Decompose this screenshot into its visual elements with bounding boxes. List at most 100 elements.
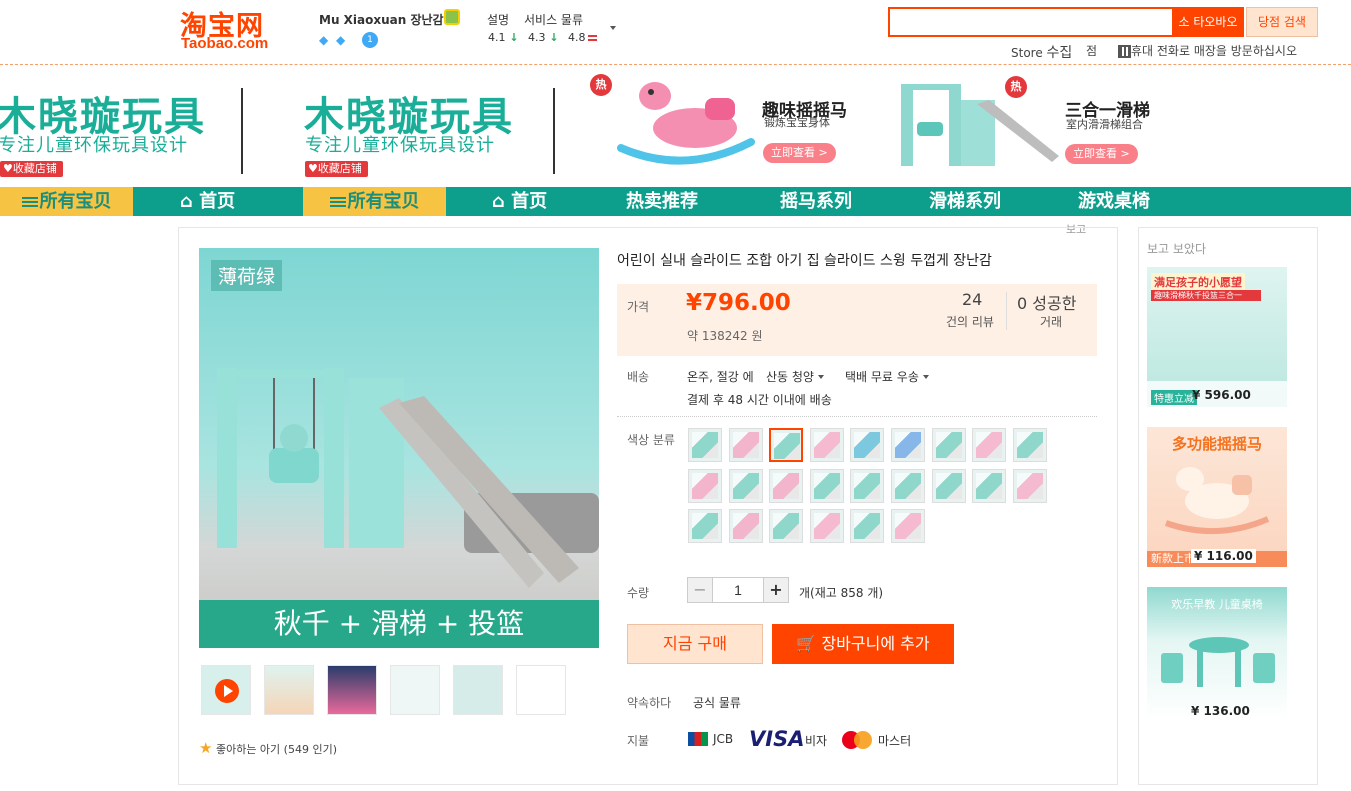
nav-item-rocking[interactable]: 摇马系列: [780, 187, 852, 216]
promo-view-button[interactable]: 立即查看 >: [1065, 144, 1138, 164]
item-price: ¥ 116.00: [1191, 549, 1256, 563]
color-swatch[interactable]: [932, 428, 966, 462]
header-divider: [0, 64, 1351, 65]
shop-char: 점: [1086, 44, 1098, 58]
pay-visa: 비자: [805, 734, 828, 748]
shipping-label: 배송: [627, 370, 650, 384]
item-caption: 满足孩子的小愿望: [1151, 273, 1245, 291]
color-swatch[interactable]: [688, 428, 722, 462]
promo-view-button[interactable]: 立即查看 >: [763, 143, 836, 163]
item-caption: 欢乐早教 儿童桌椅: [1171, 598, 1263, 611]
item-caption: 多功能摇摇马: [1171, 435, 1262, 453]
image-color-tag: 薄荷绿: [211, 260, 283, 291]
diamond-icon: ◆: [319, 33, 329, 47]
jcb-icon: [688, 732, 708, 746]
qty-minus-button[interactable]: −: [687, 577, 713, 603]
also-viewed-item[interactable]: 多功能摇摇马 新款上市 ¥ 116.00: [1147, 427, 1287, 567]
likes-row[interactable]: ★ 좋아하는 아기 (549 인기): [199, 739, 337, 757]
nav-home[interactable]: ⌂ 首页: [492, 187, 547, 216]
mobile-visit-link[interactable]: 휴대 전화로 매장을 방문하십시오: [1118, 42, 1297, 59]
nav-all-items[interactable]: 所有宝贝: [0, 187, 133, 216]
image-thumbnail[interactable]: [390, 665, 440, 715]
chevron-down-icon[interactable]: [610, 26, 616, 30]
taobao-logo-en[interactable]: Taobao.com: [181, 35, 268, 52]
color-swatch[interactable]: [850, 469, 884, 503]
color-swatch[interactable]: [769, 428, 803, 462]
search-taobao-button[interactable]: 소 타오바오: [1172, 7, 1244, 37]
buy-now-button[interactable]: 지금 구매: [627, 624, 763, 664]
level-badge: 1: [362, 32, 378, 48]
nav-all-items[interactable]: 所有宝贝: [303, 187, 446, 216]
color-swatch[interactable]: [688, 509, 722, 543]
image-thumbnail[interactable]: [516, 665, 566, 715]
color-swatch[interactable]: [932, 469, 966, 503]
reviews-label[interactable]: 건의 리뷰: [946, 313, 994, 330]
color-swatch[interactable]: [1013, 469, 1047, 503]
promo-subtitle: 锻炼宝宝身体: [764, 116, 830, 129]
color-swatch[interactable]: [891, 509, 925, 543]
shipping-time: 결제 후 48 시간 이내에 배송: [687, 393, 832, 407]
color-swatch[interactable]: [850, 428, 884, 462]
qty-input[interactable]: [713, 577, 763, 603]
arrow-down-icon: ↓: [505, 31, 519, 44]
image-thumbnail[interactable]: [453, 665, 503, 715]
color-swatch[interactable]: [972, 469, 1006, 503]
store-collect-link[interactable]: Store 수집: [1011, 42, 1072, 62]
search-shop-button[interactable]: 당점 검색: [1246, 7, 1318, 37]
nav-item-tables[interactable]: 游戏桌椅: [1078, 187, 1150, 216]
image-caption: 秋千 + 滑梯 + 投篮: [199, 600, 599, 648]
shop-name[interactable]: Mu Xiaoxuan 장난감: [319, 11, 444, 28]
color-swatch[interactable]: [810, 469, 844, 503]
color-swatch[interactable]: [729, 469, 763, 503]
pay-master: 마스터: [878, 734, 912, 748]
color-swatch[interactable]: [891, 469, 925, 503]
mastercard-icon: [842, 731, 872, 749]
shop-medal-icon: [444, 9, 460, 25]
color-swatch[interactable]: [769, 469, 803, 503]
rocking-horse-image[interactable]: [615, 76, 755, 170]
video-thumbnail[interactable]: [201, 665, 251, 715]
color-swatch[interactable]: [729, 428, 763, 462]
heart-icon: ♥: [3, 162, 13, 175]
color-swatch[interactable]: [972, 428, 1006, 462]
color-swatch[interactable]: [729, 509, 763, 543]
color-swatch[interactable]: [1013, 428, 1047, 462]
hot-badge: 热: [1005, 76, 1027, 98]
banner-divider: [241, 88, 243, 174]
color-swatch[interactable]: [688, 469, 722, 503]
nav-item-slides[interactable]: 滑梯系列: [929, 187, 1001, 216]
item-tag: 特惠立减: [1151, 390, 1197, 405]
rating-logistics-value: 4.8: [568, 31, 597, 44]
also-viewed-title: 보고 보았다: [1147, 242, 1207, 256]
also-viewed-item[interactable]: 欢乐早教 儿童桌椅 ¥ 136.00: [1147, 587, 1287, 720]
favorite-shop-button[interactable]: ♥收藏店铺: [305, 161, 368, 177]
color-swatch[interactable]: [850, 509, 884, 543]
nav-home[interactable]: ⌂ 首页: [180, 187, 235, 216]
search-input[interactable]: [888, 7, 1173, 37]
color-swatch[interactable]: [891, 428, 925, 462]
shipping-from: 온주, 절강 에: [687, 370, 754, 384]
home-icon: ⌂: [492, 191, 505, 212]
cart-icon: 🛒: [796, 634, 817, 653]
qr-code-icon: [1118, 45, 1131, 58]
image-thumbnail[interactable]: [327, 665, 377, 715]
shipping-to-select[interactable]: 산동 청양: [766, 368, 824, 385]
product-title: 어린이 실내 슬라이드 조합 아기 집 슬라이드 스윙 두껍게 장난감: [617, 253, 992, 269]
price-approx: 약 138242 원: [687, 329, 763, 343]
add-to-cart-button[interactable]: 🛒 장바구니에 추가: [772, 624, 954, 664]
image-thumbnail[interactable]: [264, 665, 314, 715]
shipping-method-select[interactable]: 택배 무료 우송: [845, 368, 929, 385]
color-swatch[interactable]: [769, 509, 803, 543]
also-viewed-item[interactable]: 满足孩子的小愿望 趣味滑梯秋千投篮三合一 特惠立减 ¥ 596.00: [1147, 267, 1287, 407]
slide-combo-image[interactable]: [897, 74, 1062, 170]
product-main-image[interactable]: 薄荷绿 秋千 + 滑梯 + 投篮: [199, 248, 599, 648]
color-swatch[interactable]: [810, 509, 844, 543]
qty-plus-button[interactable]: +: [763, 577, 789, 603]
brand-subtitle: 专注儿童环保玩具设计: [0, 135, 188, 156]
item-price: ¥ 596.00: [1192, 388, 1251, 402]
reviews-count[interactable]: 24: [962, 290, 982, 309]
promise-value: 공식 물류: [693, 696, 741, 710]
favorite-shop-button[interactable]: ♥收藏店铺: [0, 161, 63, 177]
color-swatch[interactable]: [810, 428, 844, 462]
nav-item-hot[interactable]: 热卖推荐: [626, 187, 698, 216]
